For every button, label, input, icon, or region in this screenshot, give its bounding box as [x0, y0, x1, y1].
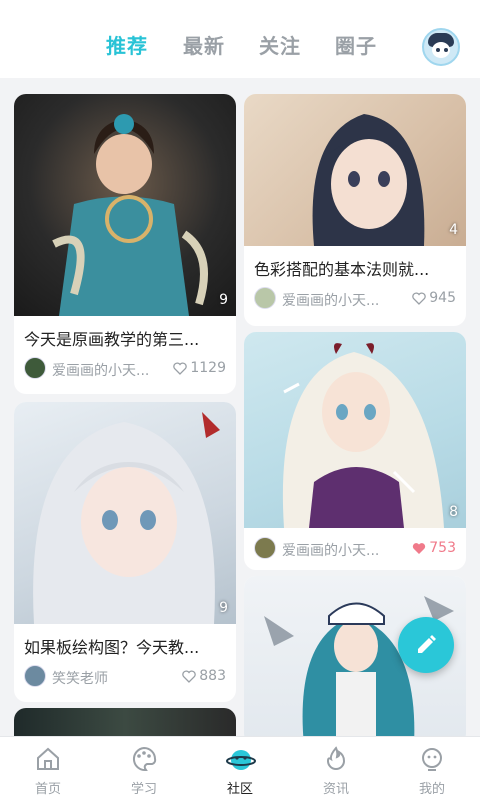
- post-image: [14, 94, 236, 316]
- post-card[interactable]: 9 今天是原画教学的第三... 爱画画的小天... 1129: [14, 94, 236, 394]
- post-card[interactable]: 9 如果板绘构图？今天教... 笑笑老师 883: [14, 402, 236, 702]
- like-button[interactable]: 753: [412, 540, 456, 556]
- nav-community[interactable]: 社区: [192, 737, 288, 800]
- author-avatar[interactable]: [254, 537, 276, 559]
- tab-latest[interactable]: 最新: [183, 30, 225, 59]
- heart-icon: [173, 361, 188, 375]
- like-button[interactable]: 883: [182, 668, 226, 684]
- nav-label: 社区: [226, 782, 253, 797]
- image-count: 9: [219, 292, 228, 308]
- image-count: 4: [449, 222, 458, 238]
- compose-button[interactable]: [398, 617, 454, 673]
- like-count: 1129: [190, 360, 226, 376]
- author-avatar[interactable]: [24, 665, 46, 687]
- palette-icon: [132, 746, 157, 772]
- artwork-illustration: [312, 114, 425, 246]
- like-button[interactable]: 945: [412, 290, 456, 306]
- image-count: 8: [449, 504, 458, 520]
- like-count: 945: [429, 290, 456, 306]
- like-count: 753: [429, 540, 456, 556]
- nav-label: 学习: [130, 782, 157, 797]
- nav-profile[interactable]: 我的: [384, 737, 480, 800]
- planet-icon: [226, 750, 256, 770]
- nav-label: 首页: [34, 782, 61, 797]
- post-title: 今天是原画教学的第三...: [24, 330, 200, 349]
- heart-icon: [182, 669, 197, 683]
- tab-following[interactable]: 关注: [259, 30, 301, 59]
- author-name[interactable]: 爱画画的小天...: [52, 360, 149, 380]
- nav-label: 我的: [418, 782, 445, 797]
- tab-recommended[interactable]: 推荐: [106, 30, 148, 59]
- profile-icon: [422, 748, 442, 771]
- author-name[interactable]: 爱画画的小天...: [282, 290, 379, 310]
- author-name[interactable]: 笑笑老师: [52, 668, 108, 688]
- like-count: 883: [199, 668, 226, 684]
- nav-label: 资讯: [322, 782, 349, 797]
- post-card[interactable]: 8 爱画画的小天... 753: [244, 332, 466, 570]
- author-avatar[interactable]: [254, 287, 276, 309]
- image-count: 9: [219, 600, 228, 616]
- user-avatar[interactable]: [422, 28, 460, 66]
- flame-icon: [326, 746, 346, 770]
- nav-home[interactable]: 首页: [0, 737, 96, 800]
- heart-filled-icon: [413, 542, 426, 554]
- post-title: 如果板绘构图？今天教...: [24, 638, 200, 657]
- artwork-illustration: [282, 343, 444, 528]
- top-header: 推荐 最新 关注 圈子: [0, 0, 480, 78]
- post-image: [14, 402, 236, 624]
- author-avatar[interactable]: [24, 357, 46, 379]
- post-card[interactable]: 4 色彩搭配的基本法则就... 爱画画的小天... 945: [244, 94, 466, 326]
- post-image: [244, 332, 466, 528]
- tab-circles[interactable]: 圈子: [335, 30, 377, 59]
- bottom-nav: 首页 学习 社区 资讯 我的: [0, 736, 480, 800]
- nav-learn[interactable]: 学习: [96, 737, 192, 800]
- artwork-illustration: [52, 114, 208, 316]
- nav-news[interactable]: 资讯: [288, 737, 384, 800]
- post-title: 色彩搭配的基本法则就...: [254, 260, 430, 279]
- post-image: [244, 94, 466, 246]
- author-name[interactable]: 爱画画的小天...: [282, 540, 379, 560]
- heart-icon: [412, 291, 427, 305]
- home-icon: [37, 747, 59, 770]
- like-button[interactable]: 1129: [173, 360, 226, 376]
- pencil-icon: [418, 635, 436, 653]
- artwork-illustration: [33, 412, 220, 624]
